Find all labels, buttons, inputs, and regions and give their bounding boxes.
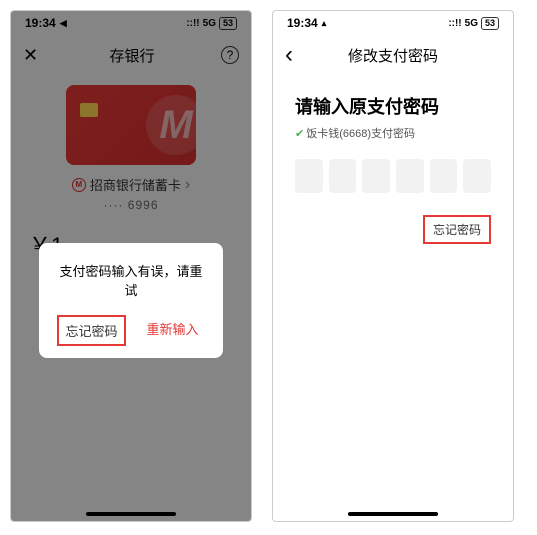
home-indicator[interactable]	[348, 512, 438, 516]
pin-digit[interactable]	[362, 159, 390, 193]
page-title: 修改支付密码	[305, 45, 481, 66]
home-indicator[interactable]	[86, 512, 176, 516]
forgot-password-link[interactable]: 忘记密码	[423, 215, 491, 244]
pin-digit[interactable]	[329, 159, 357, 193]
account-icon: ✔	[295, 127, 304, 140]
screen-deposit: 19:34 ◀ ::!! 5G 53 ✕ 存银行 ? M M 招商银行储蓄卡 ›	[10, 10, 252, 522]
account-label: 饭卡钱(6668)支付密码	[306, 125, 415, 141]
status-bar: 19:34 ▴ ::!! 5G 53	[273, 11, 513, 35]
back-icon[interactable]: ‹	[285, 41, 305, 69]
pin-digit[interactable]	[430, 159, 458, 193]
battery-icon: 53	[481, 17, 499, 30]
network-label: 5G	[465, 18, 478, 29]
retry-button[interactable]: 重新输入	[140, 315, 204, 346]
account-subtext: ✔ 饭卡钱(6668)支付密码	[295, 125, 491, 141]
pin-digit[interactable]	[396, 159, 424, 193]
forgot-password-button[interactable]: 忘记密码	[57, 315, 125, 346]
signal-icon: ::!!	[448, 18, 461, 29]
status-time: 19:34	[287, 16, 318, 30]
error-dialog: 支付密码输入有误，请重试 忘记密码 重新输入	[39, 243, 223, 358]
screen-change-password: 19:34 ▴ ::!! 5G 53 ‹ 修改支付密码 请输入原支付密码 ✔ 饭…	[272, 10, 514, 522]
nav-bar: ‹ 修改支付密码	[273, 35, 513, 75]
pin-digit[interactable]	[463, 159, 491, 193]
pin-input[interactable]	[295, 159, 491, 193]
heading: 请输入原支付密码	[295, 93, 491, 119]
dialog-message: 支付密码输入有误，请重试	[55, 261, 207, 299]
status-indicator-icon: ▴	[322, 18, 327, 29]
pin-digit[interactable]	[295, 159, 323, 193]
